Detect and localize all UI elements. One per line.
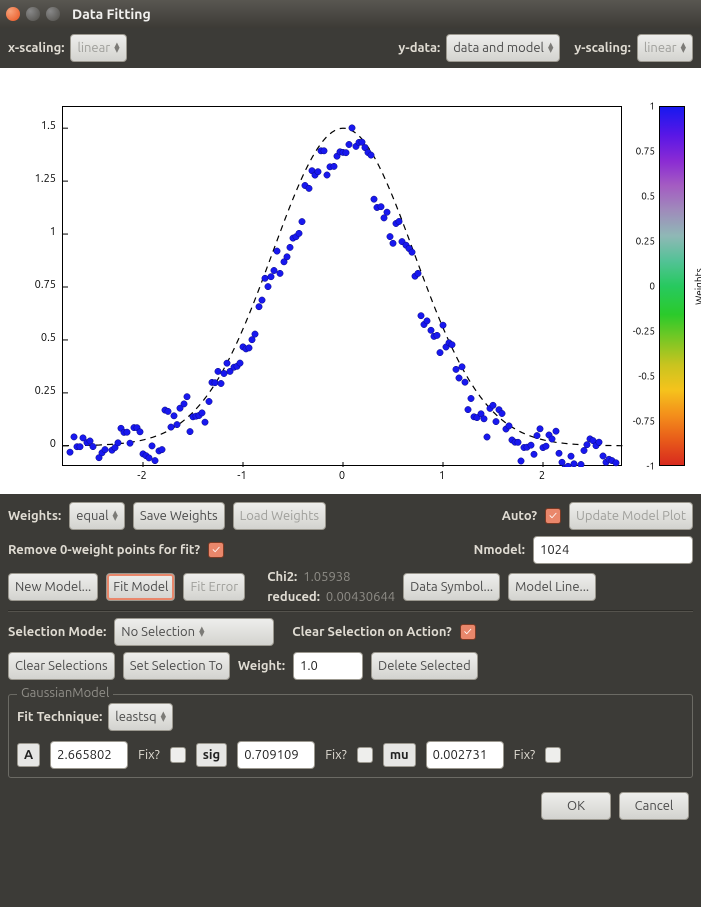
model-line-button[interactable]: Model Line... [508,573,596,601]
scatter-points [63,107,623,467]
fix-mu-checkbox[interactable]: ✓ [545,747,561,763]
cancel-button[interactable]: Cancel [619,792,689,820]
fix-A-checkbox[interactable]: ✓ [170,747,186,763]
data-symbol-button[interactable]: Data Symbol... [403,573,500,601]
selection-mode-select[interactable]: No Selection ▲▼ [114,618,274,646]
reduced-value: 0.00430644 [326,590,395,604]
chevron-updown-icon: ▲▼ [199,627,204,637]
xscaling-select[interactable]: linear ▲▼ [70,34,126,62]
chi2-value: 1.05938 [303,570,350,584]
selection-weight-input[interactable] [293,652,363,680]
set-selection-to-button[interactable]: Set Selection To [123,652,230,680]
minimize-icon[interactable] [26,7,40,21]
ok-button[interactable]: OK [541,792,611,820]
update-model-plot-button[interactable]: Update Model Plot [569,502,693,530]
load-weights-button[interactable]: Load Weights [233,502,326,530]
ydata-label: y-data: [398,41,440,55]
auto-checkbox[interactable]: ✓ [545,508,561,524]
fix-sig-label: Fix? [325,748,347,762]
ydata-select[interactable]: data and model ▲▼ [446,34,560,62]
dialog-buttons: OK Cancel [0,782,701,830]
model-fieldset: GaussianModel Fit Technique: leastsq ▲▼ … [8,694,693,778]
param-sig-label: sig [196,743,227,767]
param-A-label: A [17,743,40,767]
fit-technique-value: leastsq [115,710,156,724]
fit-model-button[interactable]: Fit Model [106,573,175,601]
fix-mu-label: Fix? [514,748,536,762]
maximize-icon[interactable] [46,7,60,21]
nmodel-input[interactable] [533,536,693,564]
plot-area: 00.250.50.7511.251.5 -2-1012 -1-0.75-0.5… [0,68,701,494]
yscaling-value: linear [644,41,677,55]
weights-select[interactable]: equal ▲▼ [69,502,125,530]
title-bar: Data Fitting [0,0,701,28]
clear-on-action-label: Clear Selection on Action? [292,625,451,639]
param-mu-input[interactable] [426,741,504,769]
close-icon[interactable] [6,7,20,21]
divider [8,610,693,612]
fit-technique-select[interactable]: leastsq ▲▼ [108,703,173,731]
chevron-updown-icon: ▲▼ [681,43,686,53]
chevron-updown-icon: ▲▼ [161,712,166,722]
new-model-button[interactable]: New Model... [8,573,98,601]
auto-label: Auto? [502,509,537,523]
chevron-updown-icon: ▲▼ [112,511,117,521]
colorbar-label: Weights [694,268,701,305]
yscaling-select[interactable]: linear ▲▼ [637,34,693,62]
ydata-value: data and model [453,41,544,55]
yscaling-label: y-scaling: [574,41,631,55]
clear-selections-button[interactable]: Clear Selections [8,652,115,680]
param-A-input[interactable] [50,741,128,769]
fix-sig-checkbox[interactable]: ✓ [357,747,373,763]
fix-A-label: Fix? [138,748,160,762]
weights-value: equal [76,509,108,523]
chevron-updown-icon: ▲▼ [114,43,119,53]
nmodel-label: Nmodel: [474,543,525,557]
xscaling-label: x-scaling: [8,41,64,55]
chi2-label: Chi2: [267,570,297,584]
colorbar [659,106,685,466]
selection-weight-label: Weight: [238,659,285,673]
reduced-label: reduced: [267,590,320,604]
controls-block: Weights: equal ▲▼ Save Weights Load Weig… [0,498,701,690]
fit-error-button[interactable]: Fit Error [183,573,245,601]
selection-mode-label: Selection Mode: [8,625,106,639]
chevron-updown-icon: ▲▼ [548,43,553,53]
top-controls: x-scaling: linear ▲▼ y-data: data and mo… [0,28,701,68]
fit-technique-label: Fit Technique: [17,710,102,724]
param-sig-input[interactable] [237,741,315,769]
plot-axes [62,106,622,466]
param-mu-label: mu [383,743,416,767]
remove-zero-label: Remove 0-weight points for fit? [8,543,200,557]
model-legend: GaussianModel [17,686,113,700]
delete-selected-button[interactable]: Delete Selected [371,652,478,680]
window-title: Data Fitting [72,6,151,22]
save-weights-button[interactable]: Save Weights [133,502,225,530]
xscaling-value: linear [77,41,110,55]
remove-zero-checkbox[interactable]: ✓ [208,542,224,558]
selection-mode-value: No Selection [121,625,195,639]
clear-on-action-checkbox[interactable]: ✓ [460,624,476,640]
weights-label: Weights: [8,509,61,523]
